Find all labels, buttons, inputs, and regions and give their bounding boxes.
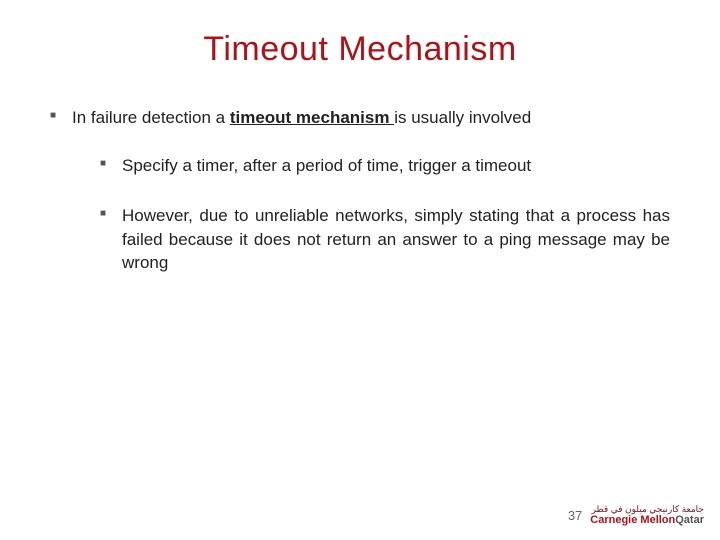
bullet-list-level1: In failure detection a timeout mechanism… — [50, 107, 670, 275]
footer: 37 جامعة كارنيجي ميلون في قطر Carnegie M… — [568, 505, 704, 526]
logo-arabic-text: جامعة كارنيجي ميلون في قطر — [592, 505, 704, 514]
intro-suffix: is usually involved — [394, 108, 531, 127]
sub-bullet-2: However, due to unreliable networks, sim… — [100, 204, 670, 275]
intro-bullet: In failure detection a timeout mechanism… — [50, 107, 670, 275]
sub-bullet-1: Specify a timer, after a period of time,… — [100, 154, 670, 178]
logo-carnegie-mellon: Carnegie Mellon — [590, 514, 675, 526]
logo-english-text: Carnegie MellonQatar — [590, 515, 704, 526]
logo-qatar: Qatar — [675, 514, 704, 526]
cmu-qatar-logo: جامعة كارنيجي ميلون في قطر Carnegie Mell… — [590, 505, 704, 526]
intro-keyword: timeout mechanism — [230, 108, 394, 127]
slide: Timeout Mechanism In failure detection a… — [0, 0, 720, 540]
intro-prefix: In failure detection a — [72, 108, 230, 127]
page-number: 37 — [568, 508, 582, 523]
slide-title: Timeout Mechanism — [50, 30, 670, 69]
bullet-list-level2: Specify a timer, after a period of time,… — [72, 154, 670, 275]
